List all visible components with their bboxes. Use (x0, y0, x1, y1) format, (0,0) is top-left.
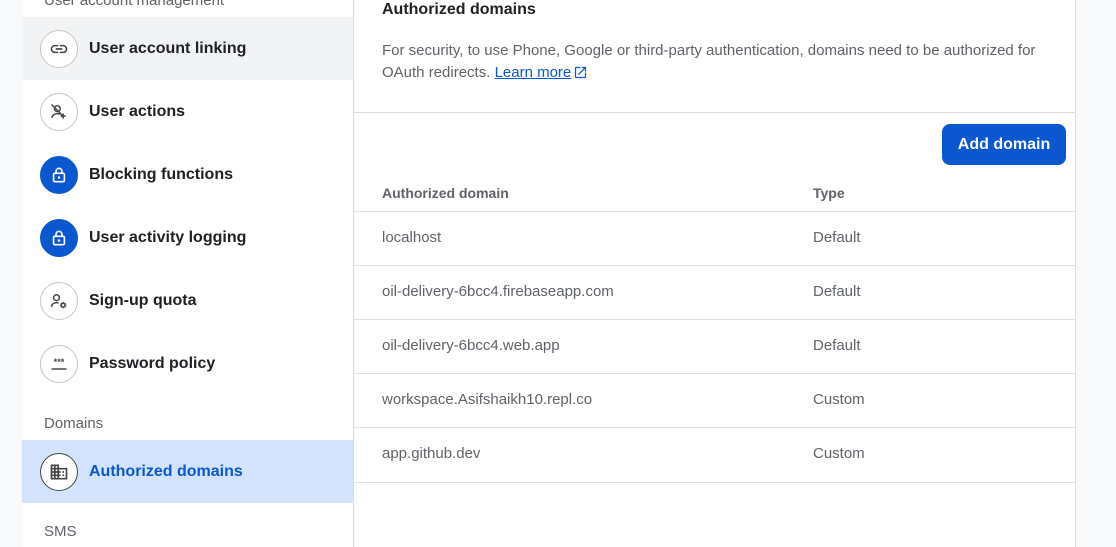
domain-cell: oil-delivery-6bcc4.web.app (382, 337, 560, 354)
add-domain-button[interactable]: Add domain (942, 124, 1066, 165)
open-in-new-icon[interactable] (573, 65, 588, 87)
svg-text:***: *** (54, 356, 65, 366)
section-header-sms: SMS (44, 523, 77, 540)
type-cell: Default (813, 337, 861, 354)
domain-cell: oil-delivery-6bcc4.firebaseapp.com (382, 283, 614, 300)
sidebar-item-label: Blocking functions (89, 165, 233, 183)
sidebar-item-user-actions[interactable]: User actions (22, 80, 353, 143)
learn-more-link[interactable]: Learn more (495, 64, 572, 81)
sidebar-item-label: User actions (89, 102, 186, 120)
password-icon: *** (40, 344, 78, 383)
domain-cell: localhost (382, 229, 442, 246)
table-row[interactable]: oil-delivery-6bcc4.firebaseapp.com Defau… (354, 265, 1075, 320)
description: For security, to use Phone, Google or th… (382, 40, 1042, 87)
sidebar-item-label: Authorized domains (89, 462, 243, 480)
type-cell: Custom (813, 445, 865, 462)
domain-icon (40, 452, 78, 491)
lock-icon (40, 155, 78, 194)
sidebar-item-label: Password policy (89, 354, 216, 372)
authorized-domains-card: Authorized domains For security, to use … (354, 0, 1076, 547)
type-cell: Default (813, 229, 861, 246)
manage-accounts-icon (40, 281, 78, 320)
sidebar: User account management User account lin… (22, 0, 354, 547)
type-cell: Custom (813, 391, 865, 408)
sidebar-item-sign-up-quota[interactable]: Sign-up quota (22, 269, 353, 332)
table-row[interactable]: localhost Default (354, 211, 1075, 266)
column-header-type: Type (813, 185, 845, 201)
domain-cell: app.github.dev (382, 445, 481, 462)
sidebar-item-authorized-domains[interactable]: Authorized domains (22, 440, 353, 503)
sidebar-item-label: User account linking (89, 39, 247, 57)
table-row[interactable]: oil-delivery-6bcc4.web.app Default (354, 319, 1075, 374)
page-title: Authorized domains (382, 1, 536, 18)
person-off-icon (40, 92, 78, 131)
divider (354, 112, 1075, 113)
section-header-domains: Domains (44, 415, 104, 432)
sidebar-item-blocking-functions[interactable]: Blocking functions (22, 143, 353, 206)
section-header-user-account-management: User account management (44, 0, 225, 9)
sidebar-item-password-policy[interactable]: *** Password policy (22, 332, 353, 395)
domain-cell: workspace.Asifshaikh10.repl.co (382, 391, 593, 408)
table-row[interactable]: workspace.Asifshaikh10.repl.co Custom (354, 373, 1075, 428)
description-text: For security, to use Phone, Google or th… (382, 42, 1036, 81)
link-icon (40, 29, 78, 68)
sidebar-item-label: Sign-up quota (89, 291, 197, 309)
sidebar-item-user-account-linking[interactable]: User account linking (22, 17, 353, 80)
lock-icon (40, 218, 78, 257)
sidebar-item-label: User activity logging (89, 228, 247, 246)
type-cell: Default (813, 283, 861, 300)
sidebar-item-user-activity-logging[interactable]: User activity logging (22, 206, 353, 269)
column-header-authorized-domain: Authorized domain (382, 185, 509, 201)
table-row[interactable]: app.github.dev Custom (354, 427, 1075, 483)
